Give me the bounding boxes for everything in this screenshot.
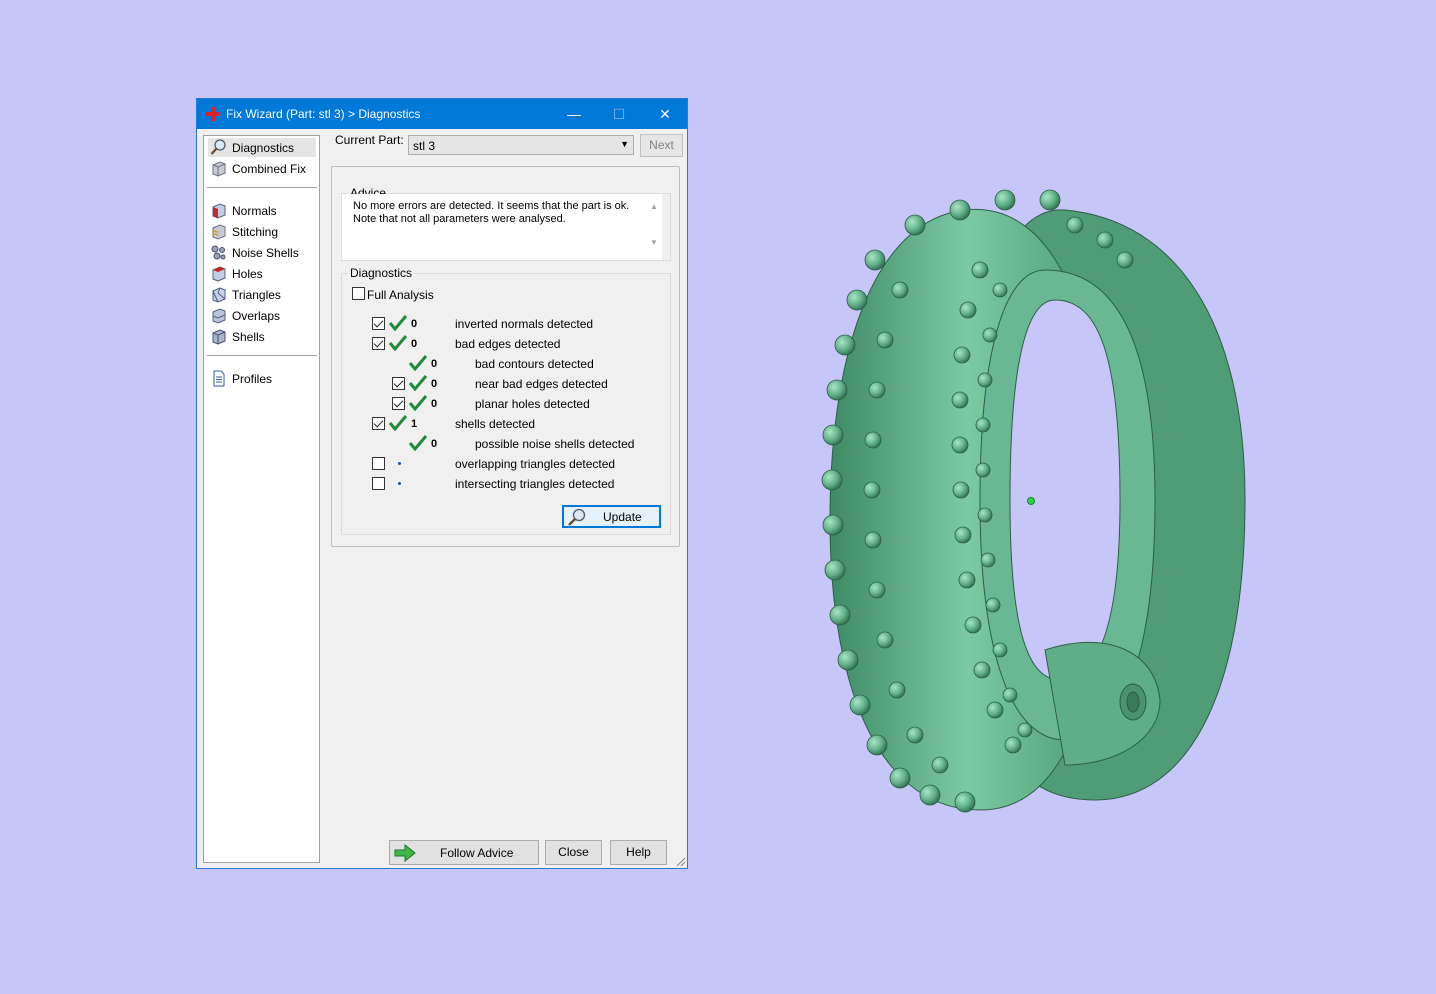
holes-icon xyxy=(212,266,226,282)
issue-count: 0 xyxy=(411,318,418,330)
green-check-icon xyxy=(409,355,427,371)
bad-edges-checkbox[interactable] xyxy=(372,337,385,350)
next-button[interactable]: Next xyxy=(640,134,683,157)
near-bad-edges-checkbox[interactable] xyxy=(392,377,405,390)
overlapping-triangles-checkbox[interactable] xyxy=(372,457,385,470)
not-analysed-dot-icon xyxy=(398,482,401,485)
normals-cube-icon xyxy=(212,203,226,219)
sidebar-item-holes[interactable]: Holes xyxy=(208,264,316,283)
sidebar-item-label: Triangles xyxy=(232,288,281,302)
issue-count: 0 xyxy=(431,398,438,410)
overlaps-icon xyxy=(212,308,226,324)
close-window-button[interactable]: ✕ xyxy=(642,99,688,129)
current-part-select[interactable]: stl 3 ▼ xyxy=(408,135,634,155)
sidebar-item-diagnostics[interactable]: Diagnostics xyxy=(208,138,316,157)
follow-advice-button[interactable]: Follow Advice xyxy=(389,840,539,865)
sidebar-divider xyxy=(207,187,317,188)
diagnostics-panel: Advice No more errors are detected. It s… xyxy=(331,166,680,547)
resize-grip-icon[interactable] xyxy=(676,857,686,867)
pivot-marker[interactable] xyxy=(1027,497,1035,505)
sidebar-item-overlaps[interactable]: Overlaps xyxy=(208,306,316,325)
intersecting-triangles-checkbox[interactable] xyxy=(372,477,385,490)
advice-textbox[interactable]: No more errors are detected. It seems th… xyxy=(342,194,662,260)
advice-text: No more errors are detected. It seems th… xyxy=(353,200,638,226)
sidebar-item-noise-shells[interactable]: Noise Shells xyxy=(208,243,316,262)
green-arrow-icon xyxy=(394,844,416,862)
issue-label: intersecting triangles detected xyxy=(455,477,615,491)
green-check-icon xyxy=(409,435,427,451)
sidebar-item-label: Noise Shells xyxy=(232,246,299,260)
triangles-icon xyxy=(212,287,226,303)
sidebar-item-label: Shells xyxy=(232,330,265,344)
sidebar-item-label: Combined Fix xyxy=(232,162,307,176)
sidebar-divider xyxy=(207,355,317,356)
close-button[interactable]: Close xyxy=(545,840,602,865)
issue-count: 1 xyxy=(411,418,418,430)
sidebar-item-stitching[interactable]: Stitching xyxy=(208,222,316,241)
minimize-button[interactable]: — xyxy=(551,99,597,129)
sidebar-item-normals[interactable]: Normals xyxy=(208,201,316,220)
current-part-label: Current Part: xyxy=(335,133,404,147)
issue-label: near bad edges detected xyxy=(475,377,608,391)
wizard-sidebar: Diagnostics Combined Fix Normals Stitchi… xyxy=(203,135,320,863)
follow-advice-label: Follow Advice xyxy=(440,846,514,860)
green-check-icon xyxy=(389,415,407,431)
issue-label: overlapping triangles detected xyxy=(455,457,616,471)
red-cross-icon xyxy=(206,107,220,121)
title-bar[interactable]: Fix Wizard (Part: stl 3) > Diagnostics —… xyxy=(197,99,687,129)
issue-label: planar holes detected xyxy=(475,397,590,411)
maximize-button[interactable]: ☐ xyxy=(596,99,642,129)
not-analysed-dot-icon xyxy=(398,462,401,465)
issue-label: bad edges detected xyxy=(455,337,561,351)
green-check-icon xyxy=(389,315,407,331)
sidebar-item-label: Diagnostics xyxy=(232,141,295,155)
sidebar-item-profiles[interactable]: Profiles xyxy=(208,369,316,388)
inverted-normals-checkbox[interactable] xyxy=(372,317,385,330)
ring-3d-model[interactable] xyxy=(815,180,1255,820)
noise-shells-icon xyxy=(211,245,226,260)
advice-line: Note that not all parameters were analys… xyxy=(353,213,566,225)
issue-label: shells detected xyxy=(455,417,536,431)
full-analysis-checkbox[interactable] xyxy=(352,287,365,300)
cube-icon xyxy=(212,161,226,177)
green-check-icon xyxy=(409,395,427,411)
chevron-down-icon: ▼ xyxy=(620,139,629,149)
sidebar-item-combined-fix[interactable]: Combined Fix xyxy=(208,159,316,178)
shells-checkbox[interactable] xyxy=(372,417,385,430)
update-label: Update xyxy=(603,510,642,524)
issue-label: possible noise shells detected xyxy=(475,437,635,451)
diagnostics-title: Diagnostics xyxy=(348,266,415,280)
advice-scrollbar[interactable]: ▲ ▼ xyxy=(648,202,660,252)
green-check-icon xyxy=(409,375,427,391)
magnifier-icon xyxy=(568,508,586,526)
document-icon xyxy=(213,370,225,387)
sidebar-item-triangles[interactable]: Triangles xyxy=(208,285,316,304)
help-button[interactable]: Help xyxy=(610,840,667,865)
issue-count: 0 xyxy=(431,378,438,390)
fix-wizard-window: Fix Wizard (Part: stl 3) > Diagnostics —… xyxy=(196,98,688,869)
full-analysis-label: Full Analysis xyxy=(367,288,434,302)
sidebar-item-shells[interactable]: Shells xyxy=(208,327,316,346)
sidebar-item-label: Profiles xyxy=(232,372,273,386)
green-check-icon xyxy=(389,335,407,351)
issue-label: inverted normals detected xyxy=(455,317,594,331)
issue-label: bad contours detected xyxy=(475,357,594,371)
issue-count: 0 xyxy=(431,438,438,450)
current-part-value: stl 3 xyxy=(413,139,436,153)
sidebar-item-label: Stitching xyxy=(232,225,279,239)
sidebar-item-label: Normals xyxy=(232,204,277,218)
advice-line: No more errors are detected. It seems th… xyxy=(353,200,630,212)
window-title: Fix Wizard (Part: stl 3) > Diagnostics xyxy=(226,107,421,121)
sidebar-item-label: Overlaps xyxy=(232,309,281,323)
update-button[interactable]: Update xyxy=(562,505,661,528)
magnifier-icon xyxy=(210,139,226,155)
issue-count: 0 xyxy=(431,358,438,370)
sidebar-item-label: Holes xyxy=(232,267,263,281)
issue-count: 0 xyxy=(411,338,418,350)
planar-holes-checkbox[interactable] xyxy=(392,397,405,410)
shells-icon xyxy=(212,329,226,345)
stitching-icon xyxy=(212,224,226,240)
